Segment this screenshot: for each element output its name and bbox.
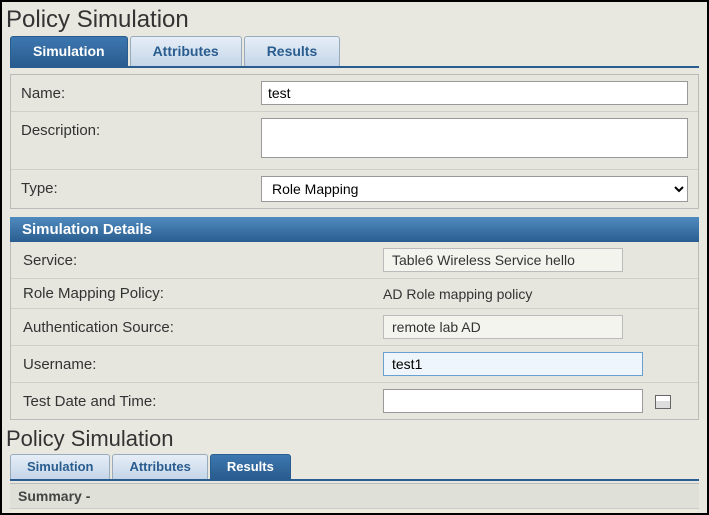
- date-label: Test Date and Time:: [23, 393, 383, 410]
- app-window: Policy Simulation Simulation Attributes …: [0, 0, 709, 515]
- page-title-bottom: Policy Simulation: [2, 420, 707, 454]
- rmp-value: AD Role mapping policy: [383, 286, 686, 302]
- summary-header: Summary -: [10, 483, 699, 508]
- tabs-top: Simulation Attributes Results: [10, 36, 699, 68]
- tab-simulation-bottom[interactable]: Simulation: [10, 454, 110, 479]
- tab-attributes[interactable]: Attributes: [130, 36, 242, 66]
- tab-simulation[interactable]: Simulation: [10, 36, 128, 66]
- name-label: Name:: [21, 81, 261, 102]
- type-label: Type:: [21, 176, 261, 197]
- description-label: Description:: [21, 118, 261, 139]
- calendar-icon[interactable]: [655, 395, 671, 409]
- row-auth-source: Authentication Source: remote lab AD: [11, 309, 698, 346]
- form-area: Name: Description: Type: Role Mapping: [10, 74, 699, 209]
- rmp-label: Role Mapping Policy:: [23, 285, 383, 302]
- type-select[interactable]: Role Mapping: [261, 176, 688, 202]
- page-title: Policy Simulation: [2, 2, 707, 36]
- tab-results-bottom[interactable]: Results: [210, 454, 291, 479]
- summary-row-roles: Roles AD User, Engineering, Software Eng…: [10, 508, 699, 515]
- name-input[interactable]: [261, 81, 688, 105]
- username-label: Username:: [23, 356, 383, 373]
- tab-attributes-bottom[interactable]: Attributes: [112, 454, 207, 479]
- row-service: Service: Table6 Wireless Service hello: [11, 242, 698, 279]
- description-input[interactable]: [261, 118, 688, 158]
- username-input[interactable]: [383, 352, 643, 376]
- auth-value: remote lab AD: [383, 315, 623, 339]
- row-type: Type: Role Mapping: [11, 170, 698, 208]
- date-input[interactable]: [383, 389, 643, 413]
- tab-results[interactable]: Results: [244, 36, 341, 66]
- row-description: Description:: [11, 112, 698, 170]
- simulation-details-header: Simulation Details: [10, 217, 699, 242]
- auth-label: Authentication Source:: [23, 319, 383, 336]
- service-value: Table6 Wireless Service hello: [383, 248, 623, 272]
- tabs-bottom: Simulation Attributes Results: [10, 454, 699, 481]
- service-label: Service:: [23, 252, 383, 269]
- row-test-date: Test Date and Time:: [11, 383, 698, 419]
- row-role-mapping-policy: Role Mapping Policy: AD Role mapping pol…: [11, 279, 698, 309]
- simulation-details: Service: Table6 Wireless Service hello R…: [10, 242, 699, 420]
- row-username: Username:: [11, 346, 698, 383]
- row-name: Name:: [11, 75, 698, 112]
